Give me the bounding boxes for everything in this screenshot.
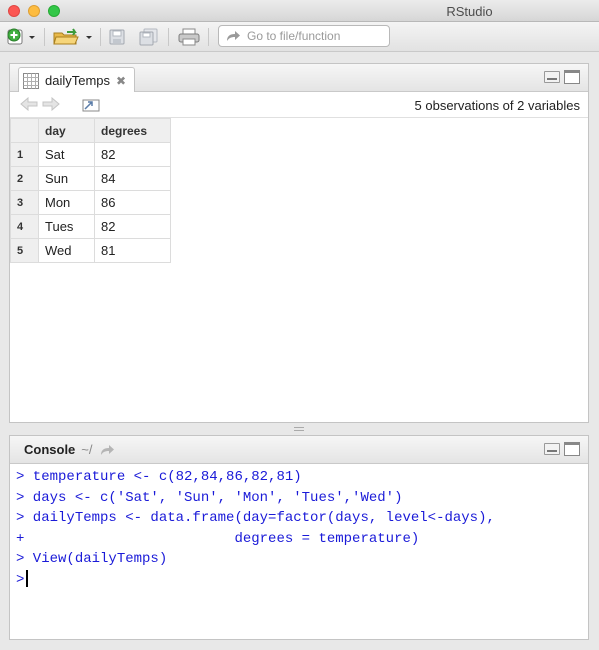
source-pane: dailyTemps ✖ 5 observations of 2 variabl… [9,63,589,423]
text-cursor [26,570,29,588]
console-code: dailyTemps <- data.frame(day=factor(days… [24,510,495,526]
goto-arrow-icon [227,31,240,41]
viewer-toolbar: 5 observations of 2 variables [10,92,588,118]
console-prompt: > [16,571,25,588]
cell-day: Sat [38,142,95,167]
data-table: day degrees 1 Sat 82 2 Sun 84 3 Mon 86 4 [10,118,171,263]
toolbar-separator [44,28,45,46]
pane-splitter-handle[interactable] [292,426,306,432]
nav-arrows [20,97,102,113]
row-number: 2 [10,166,39,191]
console-line: > dailyTemps <- data.frame(day=factor(da… [16,508,582,529]
console-code: View(dailyTemps) [24,551,168,567]
save-button[interactable] [108,27,126,47]
toolbar-separator [208,28,209,46]
source-tabstrip: dailyTemps ✖ [10,64,588,93]
table-row: 4 Tues 82 [10,214,171,239]
forward-arrow-icon[interactable] [42,97,60,111]
cell-day: Tues [38,214,95,239]
cell-day: Mon [38,190,95,215]
tab-label: dailyTemps [45,73,111,88]
main-toolbar [0,22,599,52]
table-row: 5 Wed 81 [10,238,171,263]
maximize-pane-button[interactable] [564,442,580,456]
row-number: 4 [10,214,39,239]
show-in-window-icon[interactable] [80,97,102,113]
table-row: 1 Sat 82 [10,142,171,167]
cell-day: Sun [38,166,95,191]
column-header-day[interactable]: day [38,118,95,143]
console-code: degrees = temperature) [24,530,420,547]
window-titlebar: RStudio [0,0,599,22]
cell-day: Wed [38,238,95,263]
row-number-header [10,118,39,143]
window-title: RStudio [446,4,493,19]
cell-degrees: 81 [94,238,171,263]
cell-degrees: 86 [94,190,171,215]
maximize-pane-button[interactable] [564,70,580,84]
minimize-pane-button[interactable] [544,443,560,455]
console-input-line[interactable]: > [16,570,582,591]
table-icon [23,72,39,89]
table-header-row: day degrees [10,118,171,143]
console-line: > View(dailyTemps) [16,549,582,570]
tab-close-icon[interactable]: ✖ [116,74,126,88]
back-arrow-icon[interactable] [20,97,38,111]
observation-summary: 5 observations of 2 variables [414,98,580,113]
table-row: 3 Mon 86 [10,190,171,215]
cell-degrees: 82 [94,214,171,239]
toolbar-separator [168,28,169,46]
column-header-degrees[interactable]: degrees [94,118,171,143]
folder-open-icon [53,28,92,45]
row-number: 5 [10,238,39,263]
table-row: 2 Sun 84 [10,166,171,191]
console-code: temperature <- c(82,84,86,82,81) [24,469,302,485]
row-number: 3 [10,190,39,215]
cell-degrees: 82 [94,142,171,167]
console-line: + degrees = temperature) [16,529,582,550]
console-title: Console [24,442,76,457]
console-working-directory: ~/ [81,442,93,457]
new-file-icon [7,28,35,45]
console-pane: Console ~/ > temperature <- c(82,84,86,8… [9,435,589,640]
goto-file-function-input[interactable] [247,29,387,43]
save-all-button[interactable] [138,27,160,47]
console-header: Console ~/ [10,436,588,464]
goto-file-function-box[interactable] [218,25,390,47]
save-all-icon [139,28,158,46]
toolbar-separator [100,28,101,46]
pane-controls [544,442,580,456]
row-number: 1 [10,142,39,167]
new-file-button[interactable] [6,27,36,47]
console-output[interactable]: > temperature <- c(82,84,86,82,81) > day… [10,464,588,593]
save-icon [109,29,125,45]
minimize-pane-button[interactable] [544,71,560,83]
cell-degrees: 84 [94,166,171,191]
pane-controls [544,70,580,84]
go-to-directory-icon[interactable] [99,443,115,457]
console-line: > temperature <- c(82,84,86,82,81) [16,467,582,488]
console-code: days <- c('Sat', 'Sun', 'Mon', 'Tues','W… [24,489,403,506]
print-button[interactable] [178,27,200,47]
print-icon [178,28,200,46]
console-line: > days <- c('Sat', 'Sun', 'Mon', 'Tues',… [16,488,582,509]
tab-dailytemps[interactable]: dailyTemps ✖ [18,67,136,93]
open-file-button[interactable] [52,27,94,47]
